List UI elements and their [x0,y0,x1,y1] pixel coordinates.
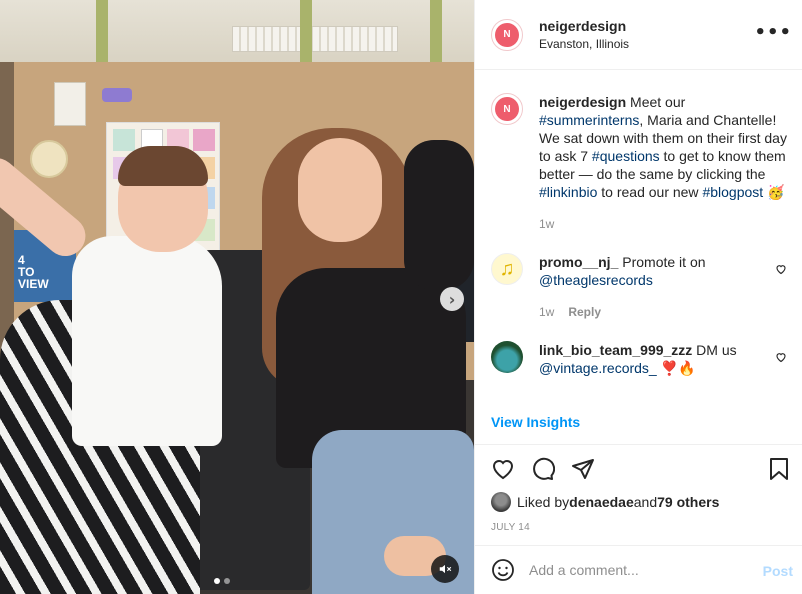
comment-text: Promote it on [618,254,706,270]
chevron-right-icon: › [448,289,456,309]
comment-text: DM us [692,342,737,358]
person-left-shirt [72,236,222,446]
list-item: ♫ promo__nj_ Promote it on @theaglesreco… [491,253,787,321]
comment-input[interactable] [529,562,749,578]
liker-username[interactable]: denaedae [569,494,634,510]
caption-segment: Meet our [626,94,686,110]
post-button[interactable]: Post [763,563,793,579]
comment-mention-link[interactable]: @theaglesrecords [539,272,653,288]
wall-clock [30,140,68,178]
comments-list: N neigerdesign Meet our #summerinterns, … [475,71,802,445]
post-actions: Liked by denaedae and 79 others JULY 14 [475,444,802,544]
comment-username[interactable]: link_bio_team_999_zzz [539,342,692,358]
post-sidebar: N neigerdesign Evanston, Illinois ••• N … [474,0,802,594]
hashtag-link[interactable]: #linkinbio [539,184,597,200]
person-left-hair [118,146,208,186]
carousel-dot [224,578,230,584]
caption-segment: 🥳 [763,184,785,200]
add-comment-bar: Post [475,545,802,594]
ceiling [0,0,474,62]
speaker-muted-icon [439,564,452,574]
hashtag-link[interactable]: #questions [592,148,660,164]
caption-timestamp: 1w [539,217,555,231]
caption-avatar[interactable]: N [491,93,523,125]
comment-timestamp: 1w [539,305,555,319]
emoji-icon[interactable] [491,558,515,582]
location-link[interactable]: Evanston, Illinois [539,37,629,51]
avatar-letter: N [495,22,519,47]
reply-button[interactable]: Reply [568,303,601,321]
bookmark-icon[interactable] [767,457,791,481]
avatar[interactable]: N [491,18,523,51]
post-date[interactable]: JULY 14 [491,522,530,533]
heart-icon[interactable] [491,457,515,481]
liker-avatar[interactable] [491,492,511,512]
person-right-arm [404,140,474,290]
next-slide-button[interactable]: › [440,287,464,311]
post-modal: 4 TO VIEW › N neigerdesign Evanston, Ill… [0,0,802,594]
comment-mention-link[interactable]: @vintage.records_ [539,360,657,376]
post-media[interactable]: 4 TO VIEW › [0,0,474,594]
like-comment-heart-icon[interactable] [775,351,787,363]
like-comment-heart-icon[interactable] [775,263,787,275]
username-link[interactable]: neigerdesign [539,18,629,34]
person-right-face [298,138,382,242]
likes-summary: Liked by denaedae and 79 others [491,492,719,512]
list-item: link_bio_team_999_zzz DM us @vintage.rec… [491,341,787,377]
share-icon[interactable] [571,457,595,481]
caption-segment: to read our new [597,184,703,200]
avatar[interactable] [491,341,523,373]
carousel-dot-active [214,578,220,584]
hashtag-link[interactable]: #summerinterns [539,112,639,128]
hashtag-link[interactable]: #blogpost [702,184,763,200]
likes-count-link[interactable]: 79 others [657,494,719,510]
caption-username[interactable]: neigerdesign [539,94,626,110]
view-insights-link[interactable]: View Insights [491,414,580,430]
comment-username[interactable]: promo__nj_ [539,254,618,270]
post-header: N neigerdesign Evanston, Illinois ••• [475,0,802,70]
comment-icon[interactable] [531,457,555,481]
caption: N neigerdesign Meet our #summerinterns, … [491,93,787,233]
music-note-icon[interactable]: ♫ [491,253,523,285]
light-switch [54,82,86,126]
mute-button[interactable] [431,555,459,583]
comment-emoji: ❣️🔥 [656,360,696,376]
more-icon[interactable]: ••• [754,22,792,43]
toy [102,88,132,102]
carousel-dots [214,578,230,584]
